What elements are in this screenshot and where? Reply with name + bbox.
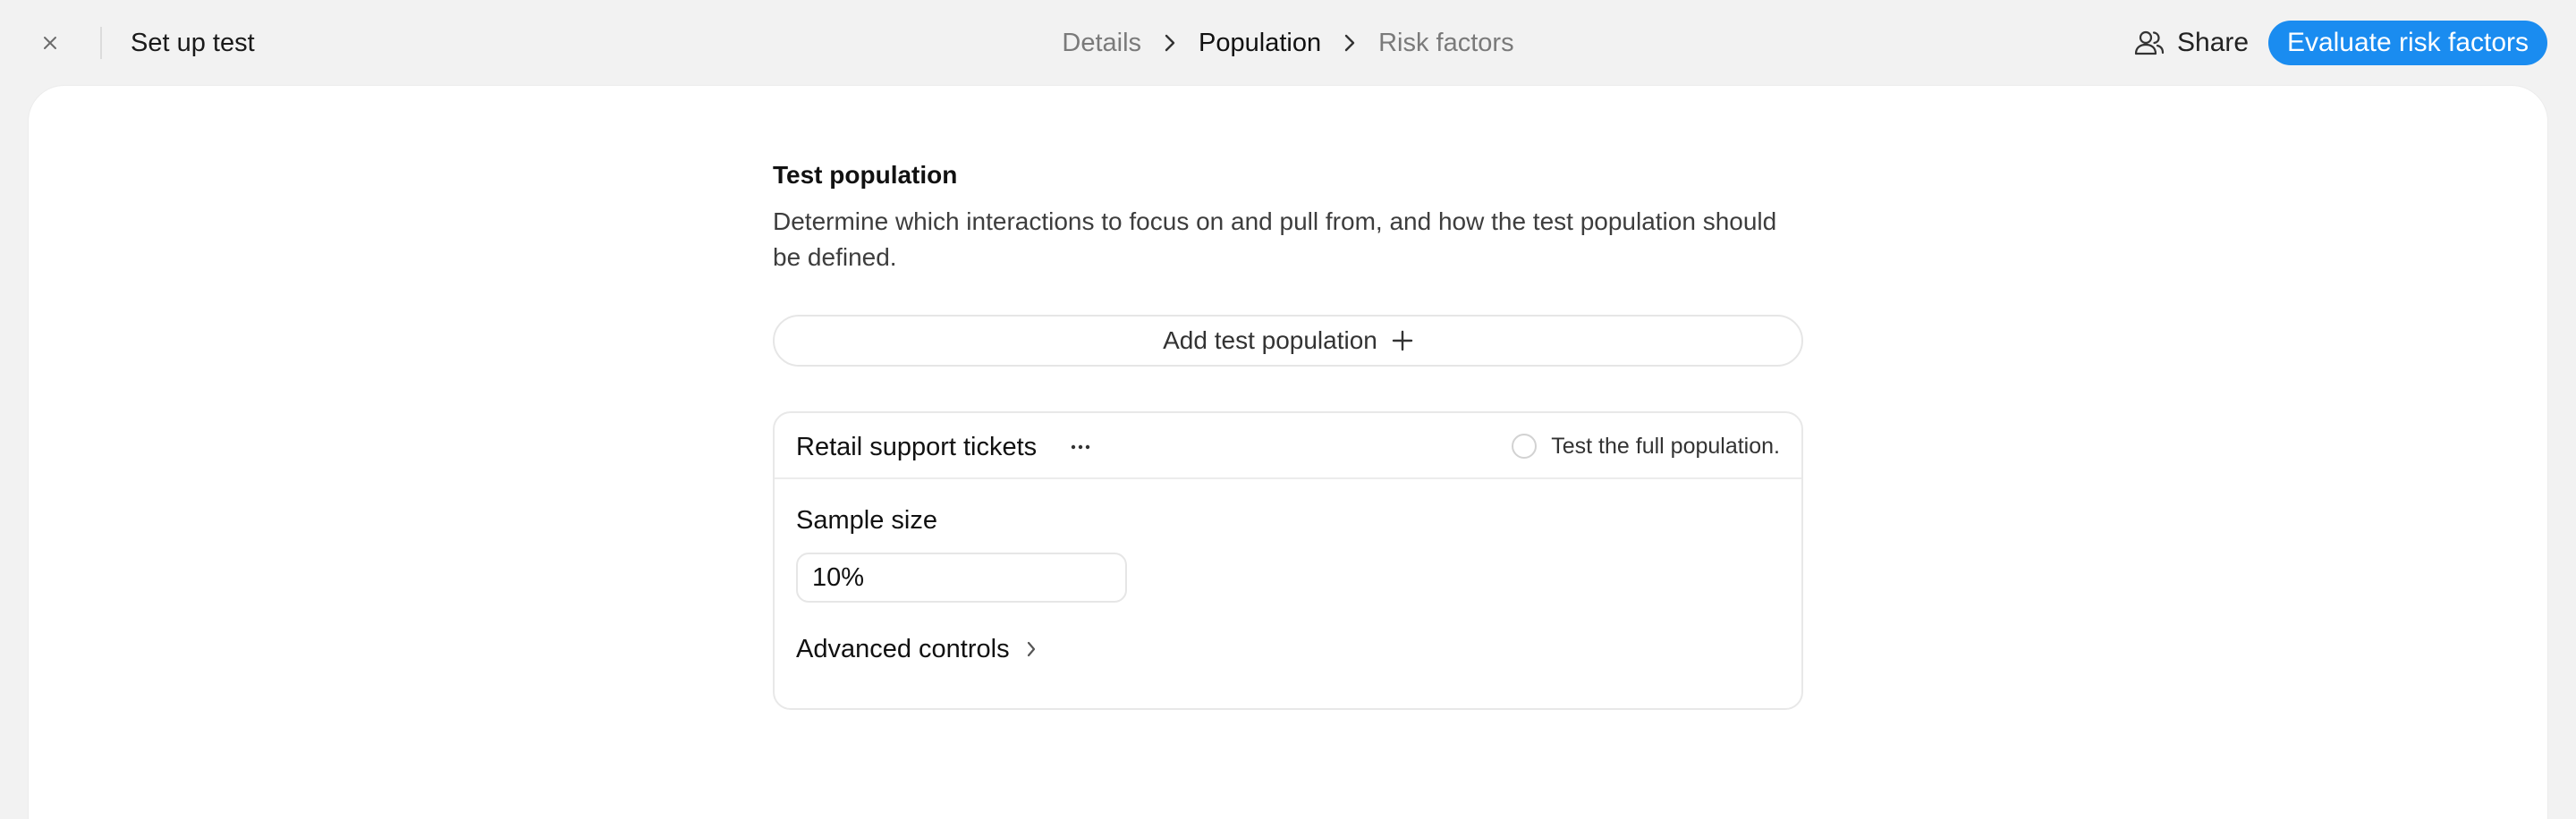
chevron-right-icon (1027, 641, 1035, 657)
evaluate-risk-factors-button[interactable]: Evaluate risk factors (2268, 21, 2547, 65)
users-icon (2134, 30, 2165, 55)
section-title: Test population (773, 161, 958, 189)
chevron-right-icon (1141, 25, 1199, 61)
ellipsis-icon (1071, 444, 1090, 450)
breadcrumb-details[interactable]: Details (1062, 25, 1141, 61)
population-card: Retail support tickets Test the full pop… (773, 411, 1803, 710)
close-icon (44, 37, 56, 49)
sample-size-label: Sample size (796, 506, 937, 535)
plus-icon (1392, 330, 1413, 351)
population-card-header: Retail support tickets Test the full pop… (775, 413, 1801, 479)
page-title: Set up test (131, 29, 255, 57)
breadcrumb-population[interactable]: Population (1199, 25, 1321, 61)
share-button[interactable]: Share (2129, 21, 2254, 64)
advanced-controls-toggle[interactable]: Advanced controls (796, 631, 1037, 667)
breadcrumb-risk-factors[interactable]: Risk factors (1378, 25, 1513, 61)
top-bar: Set up test Details Population Risk fact… (0, 0, 2576, 86)
add-test-population-label: Add test population (1163, 326, 1377, 354)
full-population-radio[interactable] (1512, 434, 1538, 459)
close-button[interactable] (32, 27, 68, 59)
population-name: Retail support tickets (796, 433, 1038, 461)
advanced-controls-label: Advanced controls (796, 635, 1010, 663)
test-population-section: Test population Determine which interact… (773, 159, 1803, 275)
share-label: Share (2177, 28, 2250, 57)
section-description: Determine which interactions to focus on… (773, 207, 1777, 271)
full-population-label: Test the full population. (1551, 434, 1780, 459)
header-divider (100, 27, 102, 59)
more-options-button[interactable] (1063, 433, 1098, 461)
full-population-option[interactable]: Test the full population. (1512, 431, 1780, 461)
add-test-population-button[interactable]: Add test population (773, 315, 1803, 367)
sample-size-input[interactable] (796, 553, 1127, 603)
chevron-right-icon (1321, 25, 1378, 61)
